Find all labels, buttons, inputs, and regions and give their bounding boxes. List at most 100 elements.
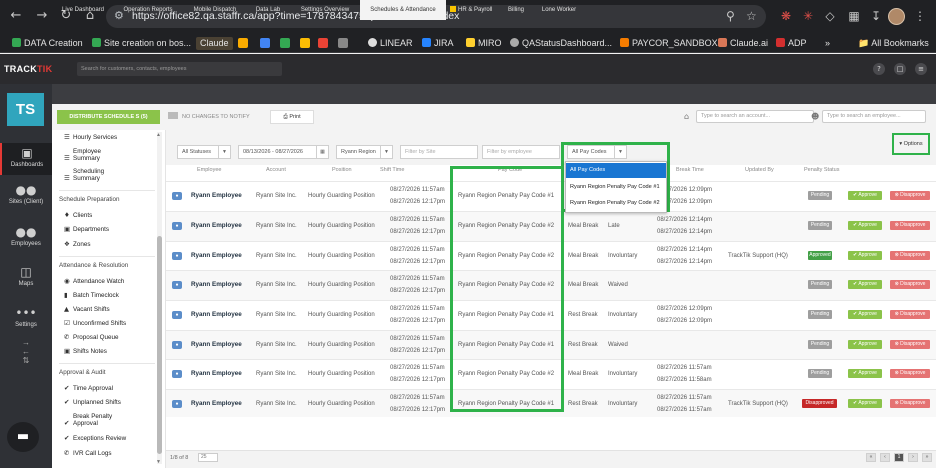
print-button[interactable]: ⎙ Print — [270, 110, 314, 124]
subnav-employee-summary[interactable]: ☰Employee Summary — [64, 148, 125, 162]
subnav-clients[interactable]: ♦ Clients — [64, 212, 92, 220]
tab-data-lab[interactable]: Data Lab — [250, 0, 286, 20]
column-header-penalty-status[interactable]: Penalty Status — [804, 167, 839, 173]
employee-name[interactable]: Ryann Employee — [191, 281, 242, 289]
next-page-button[interactable]: › — [908, 453, 918, 462]
scroll-up-icon[interactable]: ▲ — [156, 132, 161, 138]
employee-name[interactable]: Ryann Employee — [191, 222, 242, 230]
column-header-account[interactable]: Account — [266, 167, 286, 173]
tab-schedules-attendance[interactable]: Schedules & Attendance — [360, 0, 446, 20]
disapprove-button[interactable]: ⊗ Disapprove — [890, 369, 930, 378]
table-row[interactable]: ● Ryann Employee Ryann Site Inc. Hourly Gua… — [166, 241, 936, 270]
user-avatar[interactable]: TS — [7, 93, 44, 126]
chat-bubble-icon[interactable]: ▬ — [7, 422, 39, 452]
rail-item-employees[interactable]: ●● Employees — [0, 225, 52, 247]
subnav-shifts-notes[interactable]: ▣ Shifts Notes — [64, 348, 107, 356]
more-bookmarks-chevron-icon[interactable]: » — [825, 37, 830, 50]
subnav-departments[interactable]: ▣ Departments — [64, 226, 109, 234]
extensions-puzzle-icon[interactable]: ▦ — [846, 8, 862, 24]
table-row[interactable]: ● Ryann Employee Ryann Site Inc. Hourly Gua… — [166, 211, 936, 241]
tab-hr-payroll[interactable]: HR & Payroll — [450, 0, 496, 20]
subnav-time-approval[interactable]: ✔ Time Approval — [64, 385, 113, 393]
bookmark-star-icon[interactable]: ☆ — [746, 9, 757, 23]
bookmark-chip[interactable] — [280, 38, 290, 48]
dropdown-option-code-1[interactable]: Ryann Region Penalty Pay Code #1 — [566, 180, 666, 195]
pay-codes-select[interactable]: All Pay Codes ▼ — [567, 145, 627, 159]
table-row[interactable]: ● Ryann Employee Ryann Site Inc. Hourly Gua… — [166, 270, 936, 300]
site-filter-input[interactable]: Filter by Site — [400, 145, 478, 159]
bookmark-chip[interactable] — [260, 38, 270, 48]
tab-billing[interactable]: Billing — [502, 0, 530, 20]
disapprove-button[interactable]: ⊗ Disapprove — [890, 221, 930, 230]
row-detail-icon[interactable]: ● — [172, 311, 182, 319]
region-select[interactable]: Ryann Region ▼ — [336, 145, 393, 159]
bookmark-item[interactable]: PAYCOR_SANDBOX — [620, 37, 718, 50]
row-detail-icon[interactable]: ● — [172, 370, 182, 378]
no-changes-notify-button[interactable]: NO CHANGES TO NOTIFY — [168, 110, 250, 124]
forward-arrow-icon[interactable]: → — [34, 8, 50, 24]
approve-button[interactable]: ✔ Approve — [848, 191, 882, 200]
tab-operation-reports[interactable]: Operation Reports — [116, 0, 180, 20]
distribute-schedules-button[interactable]: DISTRIBUTE SCHEDULE S (5) — [57, 110, 160, 124]
subnav-scheduling-summary[interactable]: ☰Scheduling Summary — [64, 168, 125, 182]
subnav-attendance-watch[interactable]: ◉ Attendance Watch — [64, 278, 124, 286]
prev-page-button[interactable]: ‹ — [880, 453, 890, 462]
subnav-unplanned-shifts[interactable]: ✔ Unplanned Shifts — [64, 399, 121, 407]
subnav-unconfirmed-shifts[interactable]: ☑ Unconfirmed Shifts — [64, 320, 126, 328]
back-arrow-icon[interactable]: ← — [8, 8, 24, 24]
tab-lone-worker[interactable]: Lone Worker — [536, 0, 582, 20]
approve-button[interactable]: ✔ Approve — [848, 251, 882, 260]
dropdown-option-all[interactable]: All Pay Codes — [566, 163, 666, 178]
subnav-zones[interactable]: ❖ Zones — [64, 241, 91, 249]
rail-item-settings[interactable]: ••• Settings — [0, 306, 52, 328]
disapprove-button[interactable]: ⊗ Disapprove — [890, 280, 930, 289]
help-icon[interactable]: ? — [873, 63, 885, 75]
column-header-break-time[interactable]: Break Time — [676, 167, 704, 173]
options-button[interactable]: ▾ Options — [892, 133, 930, 155]
column-header-position[interactable]: Position — [332, 167, 352, 173]
extension-icon[interactable]: ◇ — [822, 8, 838, 24]
bookmark-item[interactable]: Claude — [196, 37, 233, 50]
employee-search-input[interactable]: Type to search an employee... — [822, 110, 926, 123]
table-row[interactable]: ● Ryann Employee Ryann Site Inc. Hourly Gua… — [166, 300, 936, 330]
approve-button[interactable]: ✔ Approve — [848, 310, 882, 319]
all-bookmarks[interactable]: 📁 All Bookmarks — [858, 37, 929, 50]
rail-item-dashboards[interactable]: ▣ Dashboards — [0, 143, 52, 175]
menu-kebab-icon[interactable]: ⋮ — [912, 8, 928, 24]
subnav-batch-timeclock[interactable]: ▮ Batch Timeclock — [64, 292, 119, 300]
table-row[interactable]: ● Ryann Employee Ryann Site Inc. Hourly Gua… — [166, 389, 936, 417]
row-detail-icon[interactable]: ● — [172, 341, 182, 349]
subnav-hourly-services[interactable]: ☰ Hourly Services — [64, 134, 117, 142]
bookmark-item[interactable]: Site creation on bos... — [92, 37, 191, 50]
approve-button[interactable]: ✔ Approve — [848, 340, 882, 349]
employee-filter-input[interactable]: Filter by employee — [482, 145, 560, 159]
tab-mobile-dispatch[interactable]: Mobile Dispatch — [186, 0, 244, 20]
bookmark-chip[interactable] — [238, 38, 248, 48]
tab-live-dashboard[interactable]: Live Dashboard — [56, 0, 110, 20]
bookmark-item[interactable]: LINEAR — [368, 37, 413, 50]
collapse-arrows-icon[interactable]: → ← ⇅ — [0, 338, 52, 365]
messages-icon[interactable]: □ — [894, 63, 906, 75]
tab-settings-overview[interactable]: Settings Overview — [292, 0, 358, 20]
menu-icon[interactable]: ≡ — [915, 63, 927, 75]
global-search-input[interactable]: Search for customers, contacts, employee… — [77, 62, 282, 76]
bookmark-item[interactable]: Claude.ai — [718, 37, 768, 50]
approve-button[interactable]: ✔ Approve — [848, 399, 882, 408]
column-header-pay-code[interactable]: Pay Code — [498, 167, 522, 173]
page-size-select[interactable]: 25 — [198, 453, 218, 462]
last-page-button[interactable]: » — [922, 453, 932, 462]
subnav-break-penalty-approval[interactable]: ✔Break Penalty Approval — [64, 413, 129, 427]
zoom-icon[interactable]: ⚲ — [726, 9, 735, 23]
employee-name[interactable]: Ryann Employee — [191, 370, 242, 378]
employee-name[interactable]: Ryann Employee — [191, 400, 242, 408]
bookmark-chip[interactable] — [300, 38, 310, 48]
approve-button[interactable]: ✔ Approve — [848, 221, 882, 230]
row-detail-icon[interactable]: ● — [172, 281, 182, 289]
row-detail-icon[interactable]: ● — [172, 192, 182, 200]
current-page-button[interactable]: 1 — [894, 453, 904, 462]
bookmark-item[interactable]: QAStatusDashboard... — [510, 37, 612, 50]
employee-name[interactable]: Ryann Employee — [191, 341, 242, 349]
column-header-updated-by[interactable]: Updated By — [745, 167, 774, 173]
table-row[interactable]: ● Ryann Employee Ryann Site Inc. Hourly Gua… — [166, 181, 936, 211]
bookmark-item[interactable]: ADP — [776, 37, 807, 50]
